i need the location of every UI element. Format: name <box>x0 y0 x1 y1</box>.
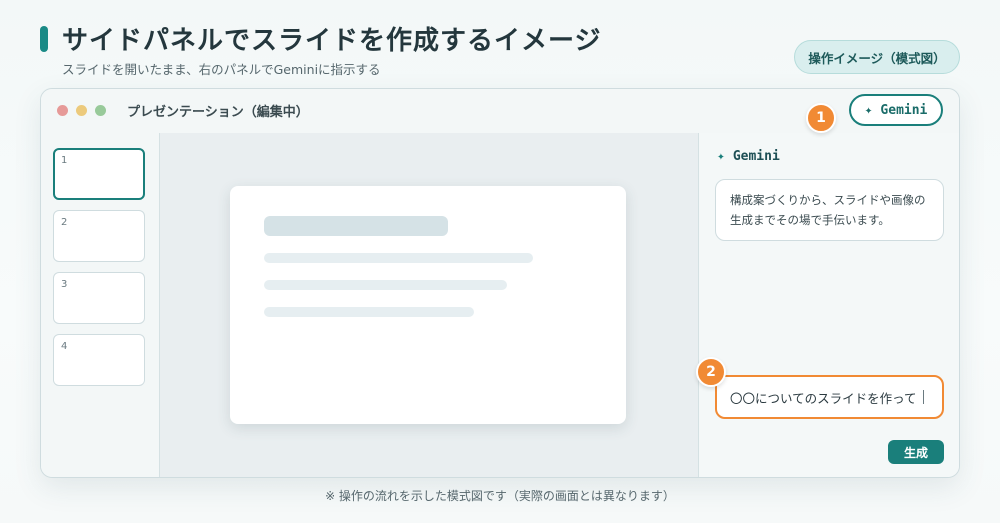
slide-thumbnail[interactable]: 2 <box>53 210 145 262</box>
footnote: ※ 操作の流れを示した模式図です（実際の画面とは異なります） <box>325 489 675 503</box>
app-window: プレゼンテーション（編集中） ✦ Gemini 1 2 3 4 ✦ Gemini <box>40 88 960 478</box>
gemini-button-label: Gemini <box>880 102 928 118</box>
step-badge: 2 <box>696 357 726 387</box>
step-badge: 1 <box>806 103 836 133</box>
sparkle-icon: ✦ <box>717 149 725 164</box>
slide-thumbnail[interactable]: 4 <box>53 334 145 386</box>
mode-pill: 操作イメージ（模式図） <box>794 40 960 74</box>
minimize-dot-icon[interactable] <box>76 105 87 116</box>
placeholder-text-line <box>264 280 507 290</box>
placeholder-text-line <box>264 307 474 317</box>
slide-number: 2 <box>61 217 68 228</box>
placeholder-text-line <box>264 253 533 263</box>
gemini-side-panel: ✦ Gemini 構成案づくりから、スライドや画像の生成までその場で手伝います。 … <box>698 133 959 477</box>
text-caret <box>922 390 924 404</box>
generate-button[interactable]: 生成 <box>888 440 944 464</box>
close-dot-icon[interactable] <box>57 105 68 116</box>
prompt-input-value: 〇〇についてのスライドを作って <box>730 390 917 406</box>
title-accent-bar <box>40 26 48 52</box>
page-title: サイドパネルでスライドを作成するイメージ <box>62 26 602 56</box>
panel-header: ✦ Gemini <box>717 149 780 164</box>
slide-thumbnail[interactable]: 3 <box>53 272 145 324</box>
placeholder-title-bar <box>264 216 448 236</box>
slide-number: 3 <box>61 279 68 290</box>
gemini-button[interactable]: ✦ Gemini <box>849 94 943 126</box>
gemini-message: 構成案づくりから、スライドや画像の生成までその場で手伝います。 <box>715 179 944 241</box>
page-subtitle: スライドを開いたまま、右のパネルでGeminiに指示する <box>62 62 381 77</box>
panel-header-label: Gemini <box>732 149 780 164</box>
slide-thumbnail-list: 1 2 3 4 <box>41 133 160 477</box>
slide-thumbnail[interactable]: 1 <box>53 148 145 200</box>
maximize-dot-icon[interactable] <box>95 105 106 116</box>
prompt-input[interactable]: 〇〇についてのスライドを作って <box>715 375 944 419</box>
slide-number: 4 <box>61 341 68 352</box>
slide-preview[interactable] <box>230 186 626 424</box>
sparkle-icon: ✦ <box>864 102 873 118</box>
window-title: プレゼンテーション（編集中） <box>127 105 309 120</box>
slide-number: 1 <box>61 155 68 166</box>
slide-canvas <box>160 133 698 477</box>
